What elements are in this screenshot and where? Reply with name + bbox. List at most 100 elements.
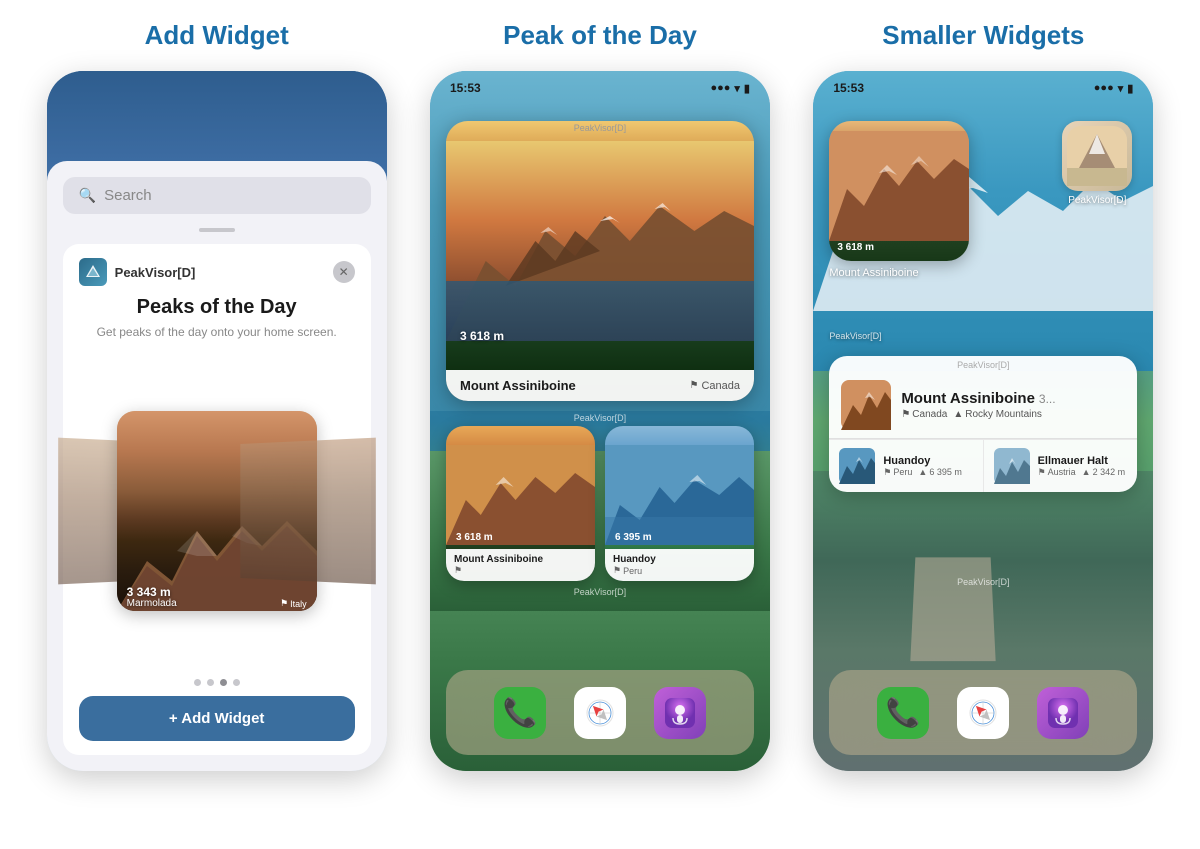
drag-handle bbox=[199, 228, 235, 232]
app-icon-small bbox=[79, 258, 107, 286]
section-peak-of-day: Peak of the Day 15:53 ●●● ▾ ▮ bbox=[423, 20, 776, 771]
status-bar-3: 15:53 ●●● ▾ ▮ bbox=[813, 71, 1153, 101]
large-widget-country: ⚑ Canada bbox=[689, 380, 740, 392]
mountain-med: ▲ bbox=[953, 409, 963, 420]
med-huandoy-detail: ⚑ Peru ▲ 6 395 m bbox=[883, 467, 973, 478]
med-cell-ellmauer: Ellmauer Halt ⚑ Austria ▲ 2 342 m bbox=[984, 440, 1138, 492]
app-label-between: PeakVisor[D] bbox=[430, 413, 770, 423]
med-thumb-ellmauer bbox=[994, 448, 1030, 484]
signal-icon-3: ●●● bbox=[1094, 82, 1114, 94]
carousel-dots bbox=[194, 679, 240, 686]
battery-icon-3: ▮ bbox=[1127, 82, 1133, 95]
section-smaller-widgets: Smaller Widgets 15:53 ●●● bbox=[807, 20, 1160, 771]
med-app-label: PeakVisor[D] bbox=[829, 356, 1137, 370]
med-thumb-huandoy bbox=[839, 448, 875, 484]
close-button[interactable]: ✕ bbox=[333, 261, 355, 283]
sw2-info: Huandoy ⚑ Peru bbox=[605, 549, 754, 581]
dot-3 bbox=[220, 679, 227, 686]
dot-4 bbox=[233, 679, 240, 686]
widget-preview-side-right bbox=[240, 438, 376, 585]
dot-2 bbox=[207, 679, 214, 686]
med-ellmauer-name: Ellmauer Halt bbox=[1038, 455, 1128, 467]
med-widget-row: Huandoy ⚑ Peru ▲ 6 395 m bbox=[829, 439, 1137, 492]
preview-country: ⚑ Italy bbox=[280, 598, 307, 609]
search-placeholder: Search bbox=[104, 187, 152, 204]
preview-altitude: 3 343 m bbox=[127, 585, 171, 599]
med-region-tag: ▲ Rocky Mountains bbox=[953, 409, 1042, 420]
large-widget-altitude: 3 618 m bbox=[460, 329, 504, 343]
app-label-bottom-2: PeakVisor[D] bbox=[430, 587, 770, 597]
flag-huandoy: ⚑ bbox=[883, 467, 891, 478]
dock-phone-2[interactable]: 📞 bbox=[494, 687, 546, 739]
widget-card: PeakVisor[D] ✕ Peaks of the Day Get peak… bbox=[63, 244, 371, 755]
sw2-altitude: 6 395 m bbox=[615, 532, 652, 543]
dot-1 bbox=[194, 679, 201, 686]
medium-widget: PeakVisor[D] Mount Assiniboine 3... bbox=[829, 356, 1137, 492]
mountain-ellmauer: ▲ bbox=[1082, 467, 1091, 477]
sw1-altitude: 3 618 m bbox=[456, 532, 493, 543]
sw2-name: Huandoy bbox=[613, 554, 746, 565]
app-label-below-left: PeakVisor[D] bbox=[829, 331, 881, 341]
med-cell-huandoy: Huandoy ⚑ Peru ▲ 6 395 m bbox=[829, 440, 983, 492]
sw2-country: ⚑ Peru bbox=[613, 565, 746, 576]
app-label-footer-3: PeakVisor[D] bbox=[813, 577, 1153, 587]
flag-sw2: ⚑ bbox=[613, 565, 621, 576]
section-add-widget: Add Widget 🔍 Search bbox=[40, 20, 393, 771]
wifi-icon: ▾ bbox=[734, 82, 740, 95]
sq-widget-label-below: Mount Assiniboine bbox=[829, 267, 918, 279]
dock-safari-3[interactable] bbox=[957, 687, 1009, 739]
med-thumb-main bbox=[841, 380, 891, 430]
signal-icon: ●●● bbox=[710, 82, 730, 94]
widget-picker: 🔍 Search PeakVisor[D] bbox=[47, 161, 387, 771]
flag-icon-1: ⚑ bbox=[689, 380, 698, 391]
status-icons-3: ●●● ▾ ▮ bbox=[1094, 81, 1134, 95]
dock-podcasts-2[interactable] bbox=[654, 687, 706, 739]
time-2: 15:53 bbox=[450, 81, 481, 95]
section-title-2: Peak of the Day bbox=[503, 20, 697, 51]
small-widget-1: 3 618 m Mount Assiniboine ⚑ bbox=[446, 426, 595, 581]
med-main-name: Mount Assiniboine bbox=[901, 390, 1035, 407]
widget-preview-area: 3 343 m Marmolada ⚑ Italy bbox=[79, 353, 355, 669]
app-icon-home: PeakVisor[D] bbox=[1057, 121, 1137, 206]
dock-2: 📞 bbox=[446, 670, 754, 755]
phone-frame-peak-day: 15:53 ●●● ▾ ▮ bbox=[430, 71, 770, 771]
med-ellmauer-detail: ⚑ Austria ▲ 2 342 m bbox=[1038, 467, 1128, 478]
time-3: 15:53 bbox=[833, 81, 864, 95]
search-bar[interactable]: 🔍 Search bbox=[63, 177, 371, 214]
app-icon-img[interactable] bbox=[1062, 121, 1132, 191]
app-name: PeakVisor[D] bbox=[115, 265, 333, 280]
widget-title: Peaks of the Day bbox=[137, 296, 297, 319]
large-widget-peak: 3 618 m Mount Assiniboine ⚑ Canada PeakV… bbox=[446, 121, 754, 401]
sq-altitude: 3 618 m bbox=[837, 242, 874, 253]
widget-desc: Get peaks of the day onto your home scre… bbox=[97, 325, 337, 339]
dock-safari-2[interactable] bbox=[574, 687, 626, 739]
med-widget-header: Mount Assiniboine 3... ⚑ Canada ▲ Rocky … bbox=[829, 370, 1137, 439]
sw1-info: Mount Assiniboine ⚑ bbox=[446, 549, 595, 581]
sq-widget: 3 618 m bbox=[829, 121, 969, 261]
med-huandoy-name: Huandoy bbox=[883, 455, 973, 467]
search-icon: 🔍 bbox=[79, 187, 96, 204]
dock-phone-3[interactable]: 📞 bbox=[877, 687, 929, 739]
flag-ellmauer: ⚑ bbox=[1038, 467, 1046, 478]
med-peak-info: Mount Assiniboine 3... ⚑ Canada ▲ Rocky … bbox=[901, 390, 1125, 420]
med-main-alt: 3... bbox=[1039, 392, 1056, 406]
med-tags: ⚑ Canada ▲ Rocky Mountains bbox=[901, 409, 1125, 420]
add-widget-button[interactable]: + Add Widget bbox=[79, 696, 355, 741]
section-title-3: Smaller Widgets bbox=[882, 20, 1084, 51]
sw1-country: ⚑ bbox=[454, 565, 587, 576]
wifi-icon-3: ▾ bbox=[1118, 82, 1124, 95]
main-container: Add Widget 🔍 Search bbox=[0, 0, 1200, 791]
flag-med: ⚑ bbox=[901, 409, 910, 420]
app-icon-label: PeakVisor[D] bbox=[1068, 195, 1126, 206]
phone-frame-smaller: 15:53 ●●● ▾ ▮ 3 618 m bbox=[813, 71, 1153, 771]
small-widget-2: 6 395 m Huandoy ⚑ Peru bbox=[605, 426, 754, 581]
status-bar-2: 15:53 ●●● ▾ ▮ bbox=[430, 71, 770, 101]
flag-sw1: ⚑ bbox=[454, 565, 462, 576]
section-title-1: Add Widget bbox=[145, 20, 289, 51]
sw1-name: Mount Assiniboine bbox=[454, 554, 587, 565]
mountain-huandoy: ▲ bbox=[918, 467, 927, 477]
battery-icon: ▮ bbox=[744, 82, 750, 95]
med-cell-huandoy-info: Huandoy ⚑ Peru ▲ 6 395 m bbox=[883, 455, 973, 478]
large-widget-info: Mount Assiniboine ⚑ Canada bbox=[446, 370, 754, 401]
dock-podcasts-3[interactable] bbox=[1037, 687, 1089, 739]
